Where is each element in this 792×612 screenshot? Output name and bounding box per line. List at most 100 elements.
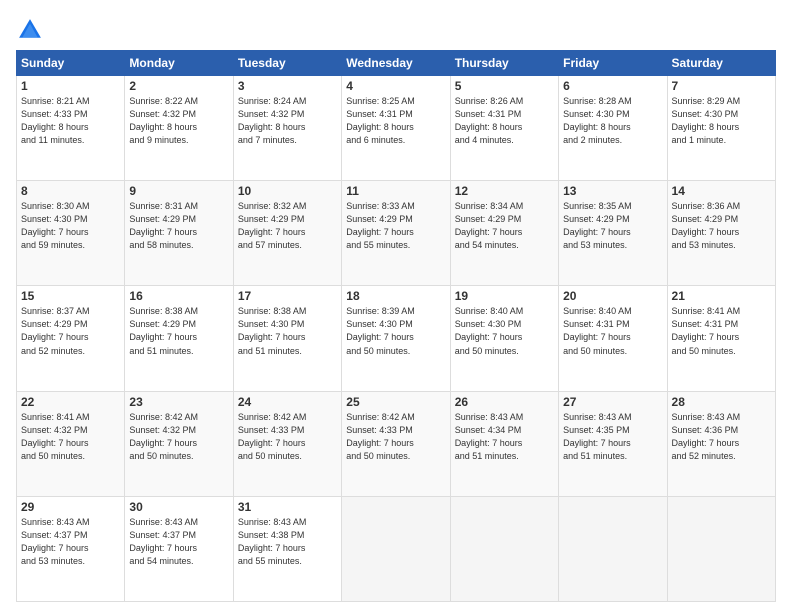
day-number: 29 [21, 500, 120, 514]
day-number: 13 [563, 184, 662, 198]
day-number: 10 [238, 184, 337, 198]
day-number: 21 [672, 289, 771, 303]
calendar-cell: 16Sunrise: 8:38 AM Sunset: 4:29 PM Dayli… [125, 286, 233, 391]
day-number: 20 [563, 289, 662, 303]
day-info: Sunrise: 8:32 AM Sunset: 4:29 PM Dayligh… [238, 200, 337, 252]
dow-header-monday: Monday [125, 51, 233, 76]
day-of-week-row: SundayMondayTuesdayWednesdayThursdayFrid… [17, 51, 776, 76]
day-info: Sunrise: 8:40 AM Sunset: 4:31 PM Dayligh… [563, 305, 662, 357]
week-row-3: 15 Sunrise: 8:37 AM Sunset: 4:29 PM Dayli… [17, 286, 776, 391]
day-info: Sunrise: 8:43 AM Sunset: 4:37 PM Dayligh… [21, 516, 120, 568]
day-info: Sunrise: 8:22 AM Sunset: 4:32 PM Dayligh… [129, 95, 228, 147]
dow-header-thursday: Thursday [450, 51, 558, 76]
day-info: Sunrise: 8:42 AM Sunset: 4:32 PM Dayligh… [129, 411, 228, 463]
dow-header-tuesday: Tuesday [233, 51, 341, 76]
day-number: 25 [346, 395, 445, 409]
calendar-cell: 3 Sunrise: 8:24 AM Sunset: 4:32 PM Daylig… [233, 76, 341, 181]
calendar-cell: 23 Sunrise: 8:42 AM Sunset: 4:32 PM Dayli… [125, 391, 233, 496]
day-info: Sunrise: 8:24 AM Sunset: 4:32 PM Dayligh… [238, 95, 337, 147]
calendar-cell: 14 Sunrise: 8:36 AM Sunset: 4:29 PM Dayli… [667, 181, 775, 286]
calendar-cell: 8Sunrise: 8:30 AM Sunset: 4:30 PM Daylig… [17, 181, 125, 286]
day-info: Sunrise: 8:43 AM Sunset: 4:37 PM Dayligh… [129, 516, 228, 568]
week-row-4: 22 Sunrise: 8:41 AM Sunset: 4:32 PM Dayli… [17, 391, 776, 496]
calendar-body: 1Sunrise: 8:21 AM Sunset: 4:33 PM Daylig… [17, 76, 776, 602]
day-info: Sunrise: 8:29 AM Sunset: 4:30 PM Dayligh… [672, 95, 771, 147]
calendar-cell: 21 Sunrise: 8:41 AM Sunset: 4:31 PM Dayli… [667, 286, 775, 391]
day-info: Sunrise: 8:30 AM Sunset: 4:30 PM Dayligh… [21, 200, 120, 252]
day-info: Sunrise: 8:43 AM Sunset: 4:35 PM Dayligh… [563, 411, 662, 463]
day-number: 31 [238, 500, 337, 514]
day-info: Sunrise: 8:35 AM Sunset: 4:29 PM Dayligh… [563, 200, 662, 252]
day-info: Sunrise: 8:38 AM Sunset: 4:30 PM Dayligh… [238, 305, 337, 357]
day-info: Sunrise: 8:43 AM Sunset: 4:34 PM Dayligh… [455, 411, 554, 463]
calendar-cell: 12 Sunrise: 8:34 AM Sunset: 4:29 PM Dayli… [450, 181, 558, 286]
calendar-cell: 19Sunrise: 8:40 AM Sunset: 4:30 PM Dayli… [450, 286, 558, 391]
dow-header-wednesday: Wednesday [342, 51, 450, 76]
dow-header-friday: Friday [559, 51, 667, 76]
calendar-cell: 17 Sunrise: 8:38 AM Sunset: 4:30 PM Dayli… [233, 286, 341, 391]
day-number: 14 [672, 184, 771, 198]
calendar-cell: 13 Sunrise: 8:35 AM Sunset: 4:29 PM Dayli… [559, 181, 667, 286]
day-number: 26 [455, 395, 554, 409]
calendar-cell: 31 Sunrise: 8:43 AM Sunset: 4:38 PM Dayli… [233, 496, 341, 601]
calendar-cell [450, 496, 558, 601]
day-number: 23 [129, 395, 228, 409]
calendar-cell: 7 Sunrise: 8:29 AM Sunset: 4:30 PM Daylig… [667, 76, 775, 181]
calendar-cell: 4 Sunrise: 8:25 AM Sunset: 4:31 PM Daylig… [342, 76, 450, 181]
day-info: Sunrise: 8:36 AM Sunset: 4:29 PM Dayligh… [672, 200, 771, 252]
day-number: 12 [455, 184, 554, 198]
calendar-cell: 1Sunrise: 8:21 AM Sunset: 4:33 PM Daylig… [17, 76, 125, 181]
calendar-cell: 30 Sunrise: 8:43 AM Sunset: 4:37 PM Dayli… [125, 496, 233, 601]
calendar-cell: 11Sunrise: 8:33 AM Sunset: 4:29 PM Dayli… [342, 181, 450, 286]
day-info: Sunrise: 8:41 AM Sunset: 4:32 PM Dayligh… [21, 411, 120, 463]
day-info: Sunrise: 8:25 AM Sunset: 4:31 PM Dayligh… [346, 95, 445, 147]
calendar-cell: 28Sunrise: 8:43 AM Sunset: 4:36 PM Dayli… [667, 391, 775, 496]
day-number: 3 [238, 79, 337, 93]
page: SundayMondayTuesdayWednesdayThursdayFrid… [0, 0, 792, 612]
calendar-cell: 20 Sunrise: 8:40 AM Sunset: 4:31 PM Dayli… [559, 286, 667, 391]
week-row-1: 1Sunrise: 8:21 AM Sunset: 4:33 PM Daylig… [17, 76, 776, 181]
day-number: 6 [563, 79, 662, 93]
day-info: Sunrise: 8:42 AM Sunset: 4:33 PM Dayligh… [238, 411, 337, 463]
day-number: 4 [346, 79, 445, 93]
calendar-cell: 29 Sunrise: 8:43 AM Sunset: 4:37 PM Dayli… [17, 496, 125, 601]
calendar-cell: 24 Sunrise: 8:42 AM Sunset: 4:33 PM Dayli… [233, 391, 341, 496]
day-info: Sunrise: 8:39 AM Sunset: 4:30 PM Dayligh… [346, 305, 445, 357]
day-number: 7 [672, 79, 771, 93]
dow-header-sunday: Sunday [17, 51, 125, 76]
calendar-cell: 5 Sunrise: 8:26 AM Sunset: 4:31 PM Daylig… [450, 76, 558, 181]
calendar-cell [342, 496, 450, 601]
calendar-cell: 22 Sunrise: 8:41 AM Sunset: 4:32 PM Dayli… [17, 391, 125, 496]
day-info: Sunrise: 8:34 AM Sunset: 4:29 PM Dayligh… [455, 200, 554, 252]
day-info: Sunrise: 8:37 AM Sunset: 4:29 PM Dayligh… [21, 305, 120, 357]
day-number: 1 [21, 79, 120, 93]
day-number: 5 [455, 79, 554, 93]
calendar-cell: 9Sunrise: 8:31 AM Sunset: 4:29 PM Daylig… [125, 181, 233, 286]
logo-icon [16, 16, 44, 44]
day-number: 16 [129, 289, 228, 303]
day-info: Sunrise: 8:40 AM Sunset: 4:30 PM Dayligh… [455, 305, 554, 357]
day-number: 15 [21, 289, 120, 303]
day-info: Sunrise: 8:33 AM Sunset: 4:29 PM Dayligh… [346, 200, 445, 252]
week-row-5: 29 Sunrise: 8:43 AM Sunset: 4:37 PM Dayli… [17, 496, 776, 601]
calendar-cell: 2Sunrise: 8:22 AM Sunset: 4:32 PM Daylig… [125, 76, 233, 181]
day-info: Sunrise: 8:31 AM Sunset: 4:29 PM Dayligh… [129, 200, 228, 252]
day-info: Sunrise: 8:43 AM Sunset: 4:38 PM Dayligh… [238, 516, 337, 568]
header [16, 16, 776, 44]
day-number: 30 [129, 500, 228, 514]
day-number: 24 [238, 395, 337, 409]
calendar-cell [667, 496, 775, 601]
day-number: 27 [563, 395, 662, 409]
day-info: Sunrise: 8:43 AM Sunset: 4:36 PM Dayligh… [672, 411, 771, 463]
dow-header-saturday: Saturday [667, 51, 775, 76]
day-info: Sunrise: 8:28 AM Sunset: 4:30 PM Dayligh… [563, 95, 662, 147]
day-info: Sunrise: 8:26 AM Sunset: 4:31 PM Dayligh… [455, 95, 554, 147]
day-info: Sunrise: 8:42 AM Sunset: 4:33 PM Dayligh… [346, 411, 445, 463]
calendar-cell: 27 Sunrise: 8:43 AM Sunset: 4:35 PM Dayli… [559, 391, 667, 496]
day-number: 22 [21, 395, 120, 409]
calendar-cell: 15 Sunrise: 8:37 AM Sunset: 4:29 PM Dayli… [17, 286, 125, 391]
day-number: 17 [238, 289, 337, 303]
calendar-cell: 6 Sunrise: 8:28 AM Sunset: 4:30 PM Daylig… [559, 76, 667, 181]
day-info: Sunrise: 8:41 AM Sunset: 4:31 PM Dayligh… [672, 305, 771, 357]
week-row-2: 8Sunrise: 8:30 AM Sunset: 4:30 PM Daylig… [17, 181, 776, 286]
